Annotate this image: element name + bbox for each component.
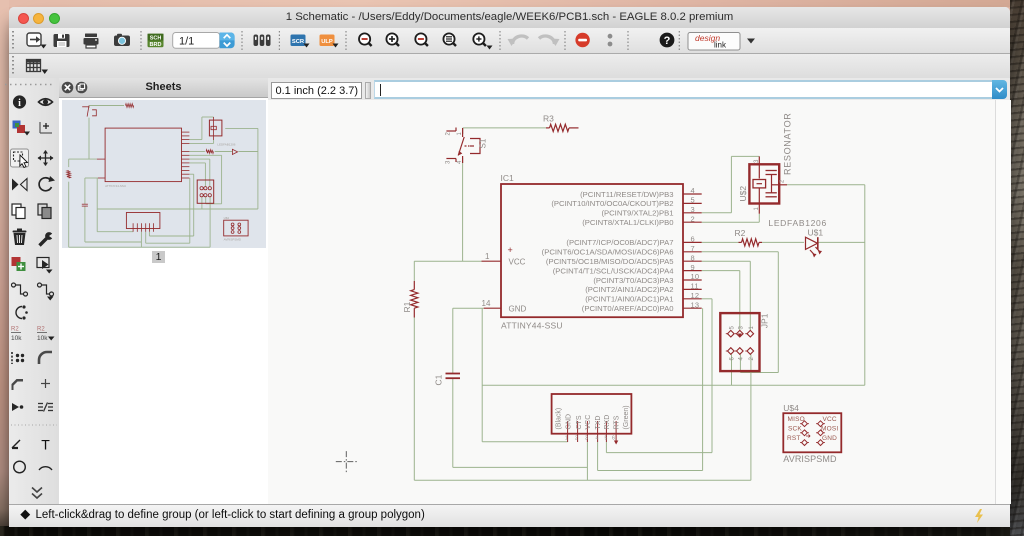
svg-text:JP1: JP1	[759, 313, 769, 328]
svg-text:ATTINY44-SSU: ATTINY44-SSU	[501, 321, 563, 331]
svg-text:4: 4	[739, 357, 745, 361]
svg-text:4: 4	[596, 436, 599, 442]
svg-text:RXD: RXD	[604, 415, 611, 430]
svg-text:2: 2	[575, 436, 578, 442]
svg-text:AVRISPSMD: AVRISPSMD	[783, 454, 837, 464]
svg-text:(PCINT2/AIN1/ADC2)PA2: (PCINT2/AIN1/ADC2)PA2	[585, 285, 673, 294]
svg-text:C1: C1	[434, 374, 444, 385]
svg-text:SCR: SCR	[292, 39, 305, 45]
svg-text:10k: 10k	[37, 335, 48, 342]
svg-text:T: T	[41, 437, 50, 453]
svg-text:AVRISPSMD: AVRISPSMD	[224, 237, 242, 241]
svg-text:5: 5	[605, 436, 608, 442]
svg-text:VCC: VCC	[509, 257, 526, 266]
svg-text:(PCINT4/T1/SCL/USCK/ADC4)PA4: (PCINT4/T1/SCL/USCK/ADC4)PA4	[553, 266, 674, 275]
svg-text:BRD: BRD	[150, 42, 162, 48]
svg-text:2: 2	[446, 132, 452, 136]
svg-text:U$2: U$2	[738, 186, 748, 202]
svg-text:GND: GND	[509, 304, 527, 313]
svg-text:(PCINT7/ICP/OC0B/ADC7)PA7: (PCINT7/ICP/OC0B/ADC7)PA7	[566, 238, 673, 247]
svg-text:SCH: SCH	[150, 35, 162, 41]
svg-text:7: 7	[691, 244, 695, 253]
svg-text:13: 13	[691, 300, 700, 309]
svg-text:U$4: U$4	[783, 403, 799, 413]
svg-text:ULP: ULP	[321, 39, 333, 45]
svg-text:+: +	[508, 245, 513, 255]
svg-text:(PCINT0/AREF/ADC0)PA0: (PCINT0/AREF/ADC0)PA0	[582, 304, 674, 313]
svg-text:TXD: TXD	[595, 416, 602, 430]
svg-text:(PCINT9/XTAL2)PB1: (PCINT9/XTAL2)PB1	[601, 209, 673, 218]
svg-text:8: 8	[691, 253, 695, 262]
svg-text:(PCINT6/OC1A/SDA/MOSI/ADC6)PA6: (PCINT6/OC1A/SDA/MOSI/ADC6)PA6	[542, 248, 674, 257]
svg-text:10k: 10k	[11, 335, 22, 342]
svg-text:11: 11	[691, 282, 699, 291]
svg-text:2: 2	[749, 357, 755, 361]
svg-text:R2: R2	[37, 327, 45, 333]
svg-text:i: i	[18, 98, 21, 109]
svg-text:(PCINT5/OC1B/MISO/DO/ADC5)PA5: (PCINT5/OC1B/MISO/DO/ADC5)PA5	[546, 257, 674, 266]
svg-text:U$4: U$4	[224, 215, 230, 219]
svg-text:1: 1	[485, 252, 490, 261]
svg-text:12: 12	[691, 291, 700, 300]
svg-text:5: 5	[691, 196, 695, 205]
svg-text:RTS: RTS	[614, 415, 621, 429]
svg-text:R2: R2	[735, 228, 746, 238]
svg-text:LEDFAB1206: LEDFAB1206	[217, 142, 236, 146]
svg-text:MISO: MISO	[788, 416, 805, 423]
svg-text:(PCINT3/T0/ADC3)PA3: (PCINT3/T0/ADC3)PA3	[593, 276, 673, 285]
svg-text:MOSI: MOSI	[821, 426, 838, 433]
svg-text:GND: GND	[822, 435, 837, 442]
svg-text:6: 6	[691, 235, 695, 244]
svg-text:CTS: CTS	[576, 415, 583, 429]
svg-text:VCC: VCC	[823, 416, 837, 423]
svg-text:2: 2	[691, 214, 695, 223]
svg-text:(Black): (Black)	[556, 408, 563, 430]
svg-text:(PCINT8/XTAL1/CLKI)PB0: (PCINT8/XTAL1/CLKI)PB0	[582, 218, 673, 227]
svg-text:U$1: U$1	[808, 228, 824, 238]
svg-text:6: 6	[612, 436, 615, 442]
svg-text:(Green): (Green)	[623, 405, 630, 429]
svg-text:(PCINT1/AIN0/ADC1)PA1: (PCINT1/AIN0/ADC1)PA1	[585, 295, 673, 304]
svg-text:SCK: SCK	[788, 426, 802, 433]
svg-text:5: 5	[730, 326, 736, 330]
svg-text:R3: R3	[543, 114, 554, 124]
svg-text:(PCINT11/RESET/DW)PB3: (PCINT11/RESET/DW)PB3	[580, 190, 673, 199]
svg-text:4: 4	[691, 186, 695, 195]
svg-text:6: 6	[730, 357, 736, 361]
svg-text:3: 3	[585, 436, 588, 442]
svg-text:1: 1	[565, 436, 568, 442]
svg-text:LEDFAB1206: LEDFAB1206	[768, 218, 827, 228]
svg-text:14: 14	[482, 299, 491, 308]
svg-text:3: 3	[446, 160, 452, 164]
svg-text:R2: R2	[11, 327, 19, 333]
svg-text:10: 10	[691, 272, 700, 281]
svg-text:1/1: 1/1	[179, 35, 194, 47]
svg-text:GND: GND	[566, 414, 573, 430]
svg-text:9: 9	[691, 263, 695, 272]
svg-text:IC1: IC1	[501, 173, 515, 183]
svg-text:3: 3	[691, 205, 695, 214]
svg-text:R1: R1	[402, 301, 412, 312]
svg-text:RESONATOR: RESONATOR	[783, 113, 793, 175]
svg-text:link: link	[714, 41, 727, 50]
svg-text:?: ?	[664, 35, 671, 47]
svg-text:RST: RST	[787, 435, 801, 442]
svg-text:(PCINT10/INT0/OC0A/CKOUT)PB2: (PCINT10/INT0/OC0A/CKOUT)PB2	[551, 199, 673, 208]
svg-text:VCC: VCC	[585, 415, 592, 430]
svg-text:ATTINY44-SSU: ATTINY44-SSU	[105, 183, 126, 187]
svg-text:S1: S1	[479, 138, 488, 148]
